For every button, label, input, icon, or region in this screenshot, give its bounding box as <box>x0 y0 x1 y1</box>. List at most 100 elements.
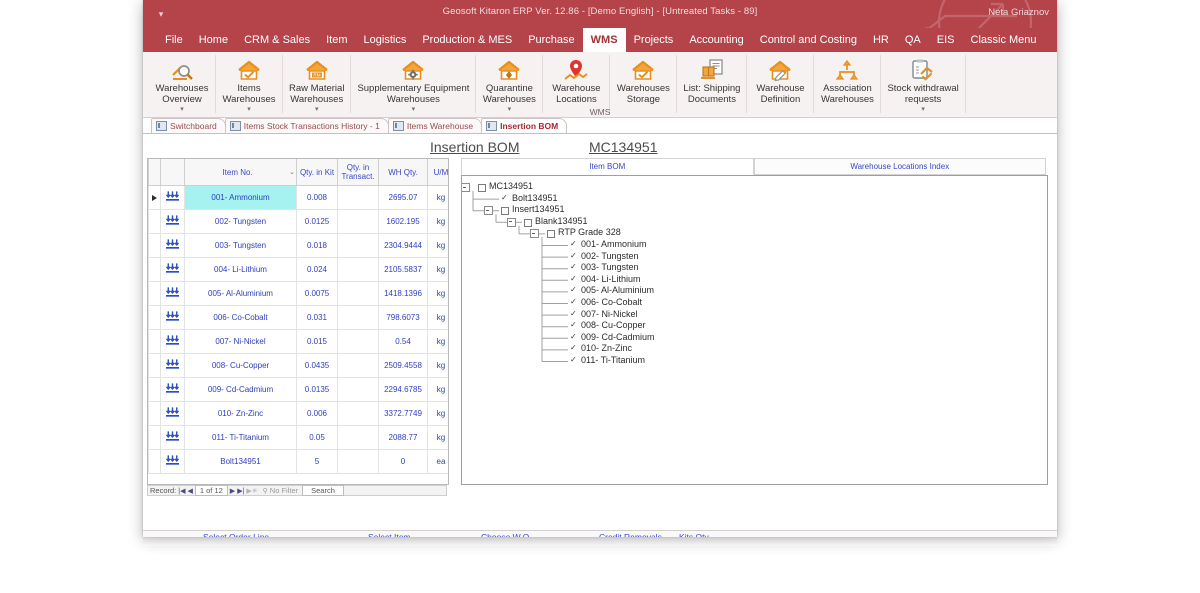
cell-qty-in-transact[interactable] <box>337 257 379 282</box>
cell-item-no[interactable]: 009- Cd-Cadmium <box>184 377 297 402</box>
record-navigator[interactable]: Record: |◀ ◀ 1 of 12 ▶ ▶| ▶✳ ⚲ No Filter… <box>147 485 447 496</box>
row-selector[interactable] <box>148 305 161 330</box>
cell-item-no[interactable]: 003- Tungsten <box>184 233 297 258</box>
cell-item-no[interactable]: 004- Li-Lithium <box>184 257 297 282</box>
cell-qty-in-kit[interactable]: 0.031 <box>296 305 338 330</box>
row-insert-action[interactable] <box>160 329 185 354</box>
row-insert-action[interactable] <box>160 185 185 210</box>
grid-header-qty-in-kit[interactable]: Qty. in Kit <box>296 159 338 186</box>
cell-qty-in-transact[interactable] <box>337 281 379 306</box>
insert-row-icon[interactable] <box>165 190 180 205</box>
right-tab-item-bom[interactable]: Item BOM <box>461 158 754 175</box>
cell-item-no[interactable]: 007- Ni-Nickel <box>184 329 297 354</box>
cell-item-no[interactable]: 010- Zn-Zinc <box>184 401 297 426</box>
tree-expand-toggle-icon[interactable] <box>507 217 516 227</box>
row-selector[interactable] <box>148 281 161 306</box>
row-selector[interactable] <box>148 425 161 450</box>
cell-wh-qty[interactable]: 3372.7749 <box>378 401 428 426</box>
row-insert-action[interactable] <box>160 353 185 378</box>
table-row[interactable]: 009- Cd-Cadmium 0.0135 2294.6785 kg <box>148 377 448 402</box>
cell-wh-qty[interactable]: 2088.77 <box>378 425 428 450</box>
row-insert-action[interactable] <box>160 449 185 474</box>
ribbon-button-warehouse-locations[interactable]: Warehouse Locations <box>543 55 611 113</box>
cell-item-no[interactable]: 001- Ammonium <box>184 185 297 210</box>
cell-um[interactable]: kg <box>427 233 448 258</box>
insert-row-icon[interactable] <box>165 454 180 469</box>
menu-item-hr[interactable]: HR <box>865 28 897 52</box>
first-record-icon[interactable]: |◀ <box>178 487 185 495</box>
cell-qty-in-kit[interactable]: 5 <box>296 449 338 474</box>
cell-item-no[interactable]: 002- Tungsten <box>184 209 297 234</box>
row-insert-action[interactable] <box>160 281 185 306</box>
menu-item-logistics[interactable]: Logistics <box>356 28 415 52</box>
cell-qty-in-kit[interactable]: 0.018 <box>296 233 338 258</box>
row-selector[interactable] <box>148 257 161 282</box>
cell-item-no[interactable]: Bolt134951 <box>184 449 297 474</box>
table-row[interactable]: 005- Al-Aluminium 0.0075 1418.1396 kg <box>148 281 448 306</box>
insert-row-icon[interactable] <box>165 214 180 229</box>
insert-row-icon[interactable] <box>165 262 180 277</box>
ribbon-button-warehouse-definition[interactable]: Warehouse Definition <box>747 55 815 113</box>
cell-um[interactable]: kg <box>427 377 448 402</box>
last-record-icon[interactable]: ▶| <box>237 487 244 495</box>
menu-item-qa[interactable]: QA <box>897 28 929 52</box>
row-selector[interactable] <box>148 377 161 402</box>
menu-item-wms[interactable]: WMS <box>582 28 626 52</box>
ribbon-button-list-shipping-documents[interactable]: List: Shipping Documents <box>677 55 748 113</box>
cell-qty-in-kit[interactable]: 0.006 <box>296 401 338 426</box>
cell-wh-qty[interactable]: 1602.195 <box>378 209 428 234</box>
cell-qty-in-transact[interactable] <box>337 305 379 330</box>
row-insert-action[interactable] <box>160 377 185 402</box>
table-row[interactable]: Bolt134951 5 0 ea <box>148 449 448 474</box>
row-selector[interactable] <box>148 185 161 210</box>
cell-qty-in-kit[interactable]: 0.05 <box>296 425 338 450</box>
cell-qty-in-kit[interactable]: 0.0135 <box>296 377 338 402</box>
ribbon-button-items-warehouses[interactable]: Items Warehouses ▾ <box>216 55 283 113</box>
row-selector[interactable] <box>148 449 161 474</box>
insert-row-icon[interactable] <box>165 238 180 253</box>
cell-qty-in-kit[interactable]: 0.015 <box>296 329 338 354</box>
cell-wh-qty[interactable]: 2695.07 <box>378 185 428 210</box>
cell-um[interactable]: kg <box>427 305 448 330</box>
document-tab-items-warehouse[interactable]: Items Warehouse <box>387 118 483 133</box>
tree-expand-toggle-icon[interactable] <box>530 229 539 239</box>
cell-wh-qty[interactable]: 798.6073 <box>378 305 428 330</box>
cell-qty-in-kit[interactable]: 0.0075 <box>296 281 338 306</box>
grid-header-wh-qty[interactable]: WH Qty. <box>378 159 428 186</box>
cell-qty-in-kit[interactable]: 0.024 <box>296 257 338 282</box>
row-selector[interactable] <box>148 209 161 234</box>
table-row[interactable]: 007- Ni-Nickel 0.015 0.54 kg <box>148 329 448 354</box>
insert-row-icon[interactable] <box>165 382 180 397</box>
tree-expand-toggle-icon[interactable] <box>462 183 470 192</box>
cell-item-no[interactable]: 005- Al-Aluminium <box>184 281 297 306</box>
cell-wh-qty[interactable]: 2105.5837 <box>378 257 428 282</box>
table-row[interactable]: 010- Zn-Zinc 0.006 3372.7749 kg <box>148 401 448 426</box>
cell-wh-qty[interactable]: 2304.9444 <box>378 233 428 258</box>
table-row[interactable]: 006- Co-Cobalt 0.031 798.6073 kg <box>148 305 448 330</box>
menu-item-production-mes[interactable]: Production & MES <box>414 28 520 52</box>
cell-wh-qty[interactable]: 1418.1396 <box>378 281 428 306</box>
cell-um[interactable]: kg <box>427 401 448 426</box>
ribbon-button-association-warehouses[interactable]: Association Warehouses <box>814 55 882 113</box>
row-insert-action[interactable] <box>160 305 185 330</box>
cell-qty-in-transact[interactable] <box>337 449 379 474</box>
table-row[interactable]: 003- Tungsten 0.018 2304.9444 kg <box>148 233 448 258</box>
menu-item-home[interactable]: Home <box>191 28 236 52</box>
row-selector[interactable] <box>148 401 161 426</box>
insert-row-icon[interactable] <box>165 406 180 421</box>
menu-item-purchase[interactable]: Purchase <box>520 28 582 52</box>
row-selector[interactable] <box>148 329 161 354</box>
menu-item-classic-menu[interactable]: Classic Menu <box>963 28 1045 52</box>
search-input[interactable]: Search <box>302 485 344 496</box>
row-selector[interactable] <box>148 353 161 378</box>
row-insert-action[interactable] <box>160 425 185 450</box>
cell-qty-in-transact[interactable] <box>337 401 379 426</box>
cell-um[interactable]: kg <box>427 185 448 210</box>
filter-icon[interactable]: ⚲ <box>263 487 268 495</box>
cell-qty-in-kit[interactable]: 0.0435 <box>296 353 338 378</box>
cell-wh-qty[interactable]: 0.54 <box>378 329 428 354</box>
cell-qty-in-kit[interactable]: 0.0125 <box>296 209 338 234</box>
ribbon-button-warehouses-overview[interactable]: Warehouses Overview ▾ <box>149 55 216 113</box>
cell-qty-in-transact[interactable] <box>337 353 379 378</box>
cell-qty-in-transact[interactable] <box>337 233 379 258</box>
